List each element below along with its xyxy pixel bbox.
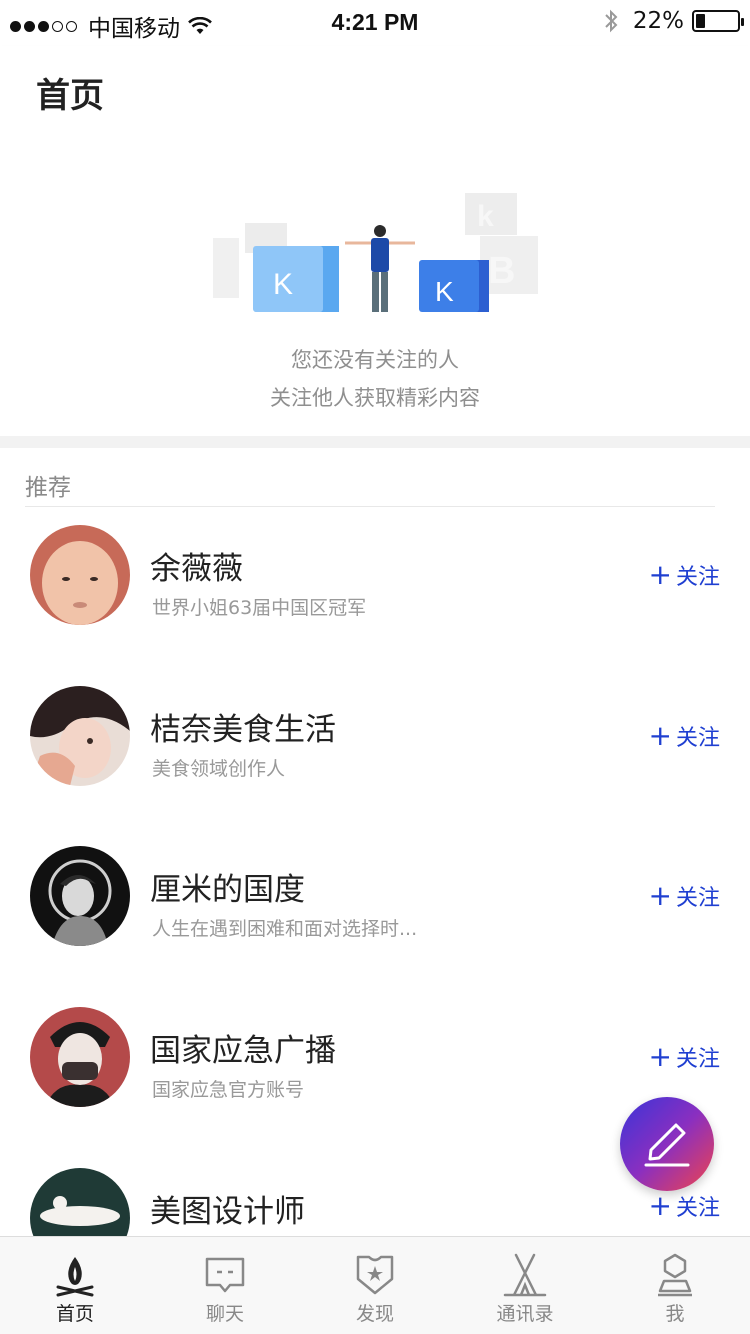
tab-label: 通讯录	[496, 1303, 554, 1325]
user-description: 国家应急官方账号	[152, 1079, 305, 1101]
follow-label: 关注	[675, 1196, 720, 1221]
user-description: 美食领域创作人	[152, 758, 286, 780]
battery-icon	[692, 10, 744, 32]
svg-text:B: B	[488, 250, 515, 292]
tab-label: 我	[665, 1303, 685, 1325]
user-name: 美图设计师	[150, 1194, 305, 1230]
battery-fill	[696, 14, 705, 28]
follow-button[interactable]: + 关注	[649, 1041, 720, 1073]
follow-button[interactable]: + 关注	[649, 1190, 720, 1222]
follow-button[interactable]: + 关注	[649, 880, 720, 912]
user-icon	[658, 1253, 692, 1297]
user-description: 世界小姐63届中国区冠军	[152, 597, 367, 619]
tab-me[interactable]: 我	[600, 1237, 750, 1334]
follow-button[interactable]: + 关注	[649, 720, 720, 752]
empty-hint: 关注他人获取精彩内容	[270, 386, 480, 410]
follow-label: 关注	[675, 1047, 720, 1072]
user-name: 厘米的国度	[150, 872, 305, 908]
tab-bar: 首页 聊天 发现 通讯录 我	[0, 1236, 750, 1334]
plus-icon: +	[648, 1189, 672, 1222]
avatar[interactable]	[30, 525, 130, 625]
chat-icon	[205, 1257, 245, 1293]
campfire-icon	[56, 1257, 94, 1297]
list-item[interactable]: 厘米的国度 人生在遇到困难和面对选择时... + 关注	[0, 828, 750, 988]
tab-contacts[interactable]: 通讯录	[450, 1237, 600, 1334]
user-name: 桔奈美食生活	[150, 712, 336, 748]
avatar[interactable]	[30, 846, 130, 946]
follow-label: 关注	[675, 726, 720, 751]
pencil-icon	[644, 1123, 690, 1167]
section-separator	[0, 436, 750, 448]
page-title: 首页	[36, 76, 104, 116]
status-right: 22%	[603, 8, 744, 34]
tab-chat[interactable]: 聊天	[150, 1237, 300, 1334]
user-name: 余薇薇	[150, 551, 243, 587]
app-header: 首页	[0, 46, 750, 130]
plus-icon: +	[648, 719, 672, 752]
avatar[interactable]	[30, 1007, 130, 1107]
tent-icon	[503, 1253, 547, 1297]
status-bar: 中国移动 4:21 PM 22%	[0, 0, 750, 46]
empty-follow-illustration: B k K K	[213, 193, 538, 312]
tab-home[interactable]: 首页	[0, 1237, 150, 1334]
bluetooth-icon	[605, 9, 618, 33]
battery-percent: 22%	[632, 8, 684, 34]
user-name: 国家应急广播	[150, 1033, 336, 1069]
svg-text:K: K	[435, 276, 454, 307]
empty-follow-state: B k K K 您还没有关注的人 关注他人获取精彩内容	[0, 130, 750, 436]
badge-star-icon	[356, 1255, 394, 1295]
svg-text:K: K	[273, 268, 293, 301]
tab-label: 聊天	[205, 1303, 244, 1325]
empty-message: 您还没有关注的人	[291, 348, 459, 372]
plus-icon: +	[648, 879, 672, 912]
user-description: 人生在遇到困难和面对选择时...	[152, 918, 418, 940]
list-item[interactable]: 余薇薇 世界小姐63届中国区冠军 + 关注	[0, 507, 750, 667]
follow-label: 关注	[675, 565, 720, 590]
tab-label: 发现	[355, 1303, 394, 1325]
tab-discover[interactable]: 发现	[300, 1237, 450, 1334]
plus-icon: +	[648, 1040, 672, 1073]
avatar[interactable]	[30, 686, 130, 786]
tab-label: 首页	[55, 1303, 94, 1325]
list-item[interactable]: 桔奈美食生活 美食领域创作人 + 关注	[0, 668, 750, 828]
follow-button[interactable]: + 关注	[649, 559, 720, 591]
recommend-title: 推荐	[25, 475, 71, 501]
svg-text:k: k	[477, 200, 494, 233]
plus-icon: +	[648, 558, 672, 591]
follow-label: 关注	[675, 886, 720, 911]
compose-button[interactable]	[620, 1097, 714, 1191]
